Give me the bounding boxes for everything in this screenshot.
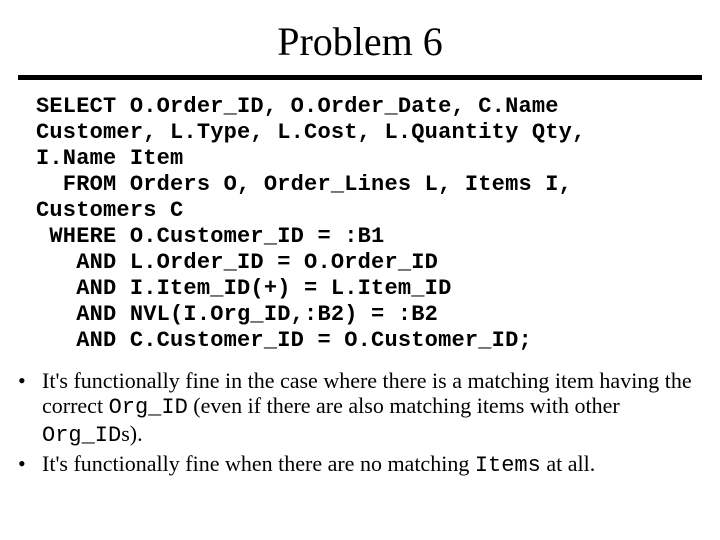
- list-item: •It's functionally fine in the case wher…: [30, 368, 696, 450]
- slide: Problem 6 SELECT O.Order_ID, O.Order_Dat…: [0, 0, 720, 540]
- note-text: at all.: [541, 451, 595, 476]
- list-item: •It's functionally fine when there are n…: [30, 451, 696, 479]
- bullet-icon: •: [30, 368, 42, 394]
- note-text: (even if there are also matching items w…: [188, 393, 620, 418]
- note-code: Org_ID: [42, 423, 121, 448]
- notes-list: •It's functionally fine in the case wher…: [30, 368, 696, 480]
- title-divider: [18, 75, 702, 80]
- note-text: It's functionally fine when there are no…: [42, 451, 475, 476]
- note-code: Items: [475, 453, 541, 478]
- note-code: Org_ID: [109, 395, 188, 420]
- bullet-icon: •: [30, 451, 42, 477]
- slide-title: Problem 6: [0, 0, 720, 75]
- note-text: s).: [121, 421, 142, 446]
- sql-code-block: SELECT O.Order_ID, O.Order_Date, C.Name …: [36, 94, 688, 354]
